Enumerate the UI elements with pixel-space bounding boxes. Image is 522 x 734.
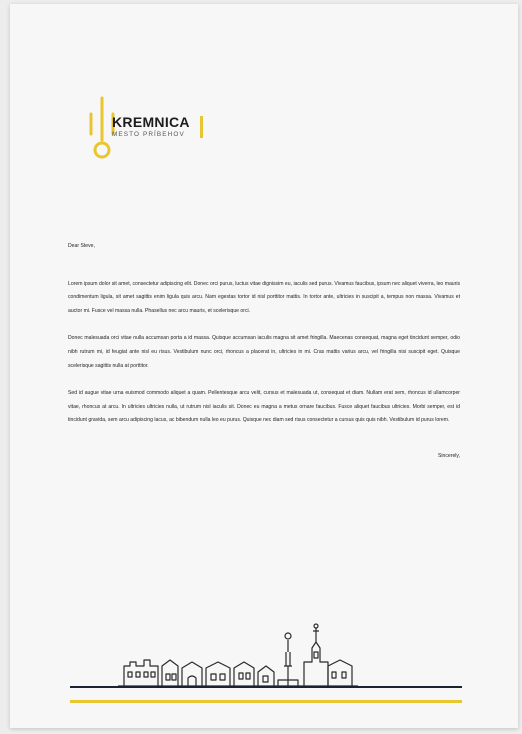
footer-divider-dark [70, 686, 462, 688]
brand-accent-bar [200, 116, 203, 138]
paragraph-1: Lorem ipsum dolor sit amet, consectetur … [68, 280, 460, 314]
paragraph-2: Donec malesuada orci vitae nulla accumsa… [68, 335, 460, 369]
footer-divider-gold [70, 700, 462, 703]
letterhead-page: KREMNICA MESTO PRÍBEHOV Dear Steve, Lore… [10, 4, 518, 728]
paragraph-3: Sed id augue vitae urna euismod commodo … [68, 390, 460, 424]
kremnica-logo-mark [89, 96, 115, 159]
brand-tagline: MESTO PRÍBEHOV [112, 131, 185, 138]
town-skyline-illustration [118, 623, 358, 687]
closing: Sincerely, [438, 452, 460, 459]
kremnica-logo: KREMNICA MESTO PRÍBEHOV [76, 90, 236, 168]
brand-name: KREMNICA [112, 114, 190, 130]
letter-body: Dear Steve, Lorem ipsum dolor sit amet, … [68, 240, 460, 464]
salutation: Dear Steve, [68, 243, 95, 249]
